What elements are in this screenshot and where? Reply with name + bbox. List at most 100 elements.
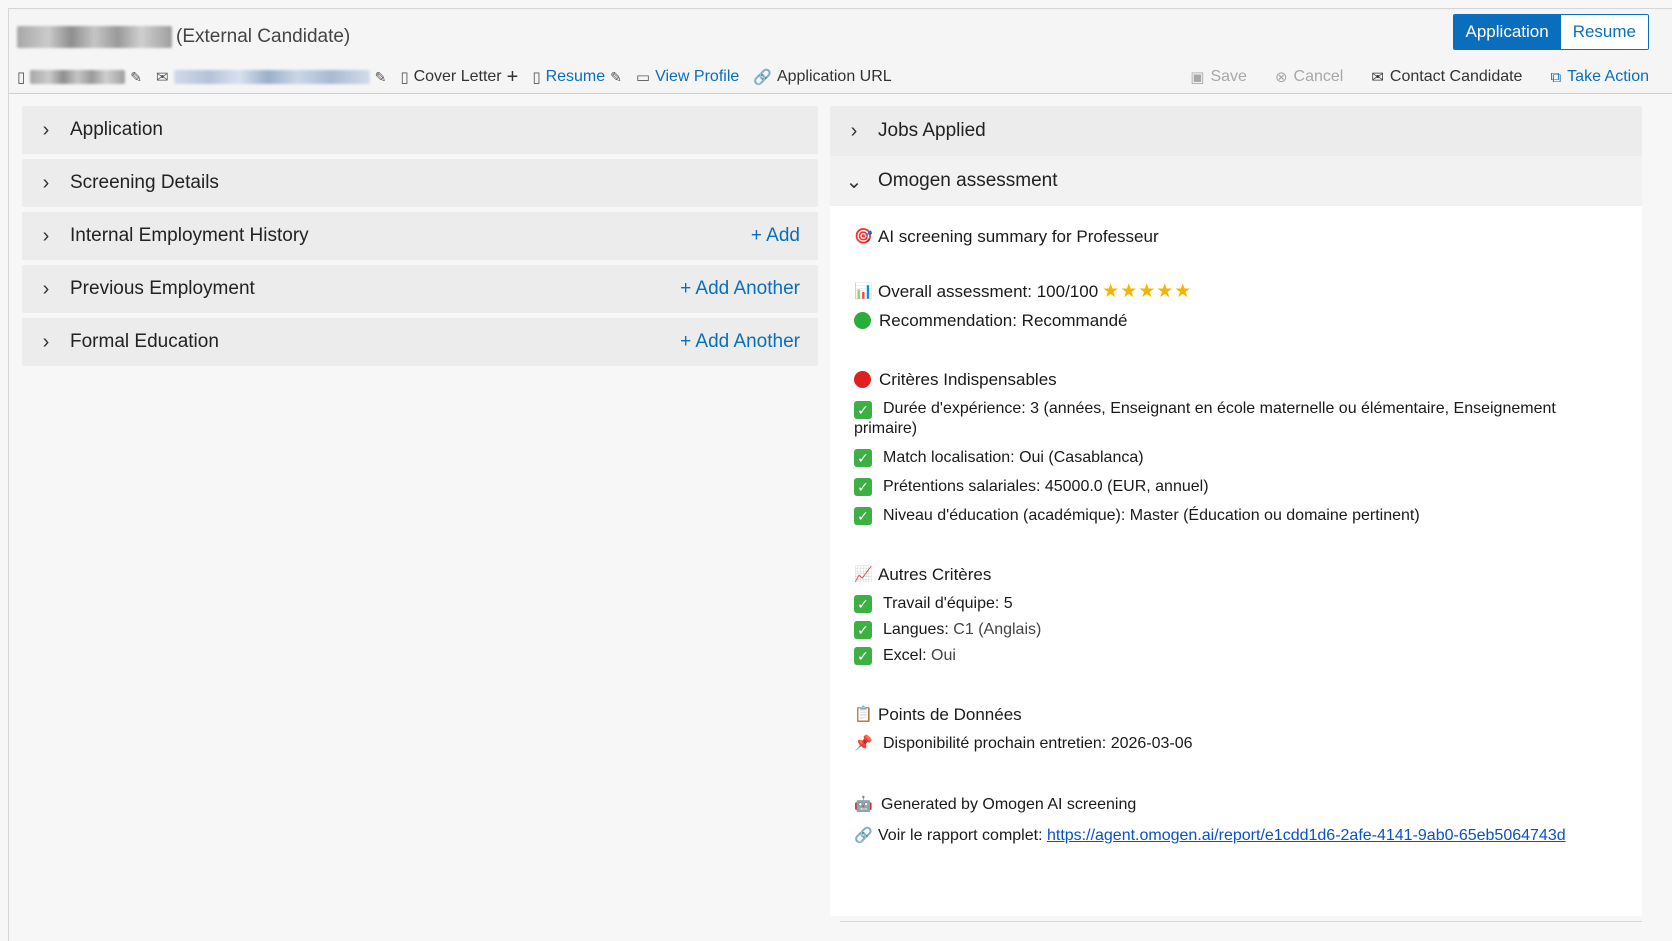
section-screening-details[interactable]: › Screening Details (22, 159, 818, 207)
section-label: Formal Education (70, 331, 219, 352)
red-circle-icon (854, 371, 871, 388)
take-action-label: Take Action (1567, 68, 1649, 85)
add-formal-education-button[interactable]: + Add Another (680, 331, 800, 353)
must-item: ✓ Match localisation: Oui (Casablanca) (854, 447, 1618, 468)
candidate-info-row: ▯ ✎ ✉ ✎ ▯ Cover Letter + ▯ Resume ✎ ▭ Vi… (17, 65, 906, 89)
cover-letter-item[interactable]: ▯ Cover Letter + (400, 67, 519, 87)
other-item: ✓ Travail d'équipe: 5 (854, 593, 1618, 614)
section-label: Internal Employment History (70, 225, 309, 246)
mail-icon: ✉ (156, 69, 169, 86)
availability-text: Disponibilité prochain entretien: 2026-0… (883, 735, 1193, 752)
header-actions: ▣ Save ⊗ Cancel ✉ Contact Candidate ⧉ Ta… (1162, 65, 1649, 89)
chevron-right-icon: › (850, 119, 858, 142)
external-link-icon: ⧉ (1550, 68, 1562, 86)
overall-text: Overall assessment: 100/100 (878, 282, 1099, 301)
other-value: 5 (1003, 595, 1013, 612)
right-sections: › Jobs Applied ⌄ Omogen assessment 🎯 AI … (830, 106, 1642, 922)
section-previous-employment[interactable]: › Previous Employment + Add Another (22, 265, 818, 313)
document-icon: ▯ (532, 69, 541, 86)
chevron-right-icon: › (42, 277, 50, 300)
phone-item[interactable]: ▯ ✎ (17, 68, 142, 87)
must-text: Niveau d'éducation (académique): Master … (883, 507, 1420, 524)
section-internal-employment-history[interactable]: › Internal Employment History + Add (22, 212, 818, 260)
profile-card-icon: ▭ (635, 69, 651, 86)
candidate-type: (External Candidate) (176, 26, 351, 47)
cancel-button[interactable]: ⊗ Cancel (1275, 68, 1343, 86)
section-formal-education[interactable]: › Formal Education + Add Another (22, 318, 818, 366)
chevron-right-icon: › (42, 171, 50, 194)
add-previous-employment-button[interactable]: + Add Another (680, 278, 800, 300)
section-jobs-applied[interactable]: › Jobs Applied (830, 106, 1642, 156)
section-label: Jobs Applied (878, 120, 986, 141)
check-box-icon: ✓ (854, 621, 872, 639)
contact-candidate-button[interactable]: ✉ Contact Candidate (1371, 68, 1522, 86)
pencil-icon[interactable]: ✎ (610, 69, 622, 86)
section-label: Previous Employment (70, 278, 255, 299)
must-title-line: Critères Indispensables (854, 369, 1618, 390)
section-application[interactable]: › Application (22, 106, 818, 154)
envelope-icon: ✉ (1371, 69, 1384, 86)
must-item: ✓ Niveau d'éducation (académique): Maste… (854, 505, 1618, 526)
robot-icon: 🤖 (854, 796, 873, 813)
must-title: Critères Indispensables (879, 370, 1057, 389)
chevron-down-icon: ⌄ (845, 170, 863, 193)
save-icon: ▣ (1190, 69, 1205, 86)
section-label: Screening Details (70, 172, 219, 193)
application-url-label[interactable]: Application URL (777, 68, 892, 86)
other-key: Langues: (883, 621, 949, 638)
report-line: 🔗 Voir le rapport complet: https://agent… (854, 825, 1618, 846)
view-profile-link[interactable]: View Profile (655, 68, 739, 86)
candidate-header: (External Candidate) ▯ ✎ ✉ ✎ ▯ Cover Let… (9, 9, 1672, 94)
save-label: Save (1210, 68, 1247, 85)
must-item: ✓ Durée d'expérience: 3 (années, Enseign… (854, 399, 1618, 419)
add-internal-employment-button[interactable]: + Add (751, 225, 800, 247)
view-profile-item[interactable]: ▭ View Profile (636, 68, 739, 86)
pencil-icon[interactable]: ✎ (130, 69, 142, 86)
report-label: Voir le rapport complet: (878, 827, 1043, 844)
tab-resume[interactable]: Resume (1560, 15, 1648, 49)
must-item: ✓ Prétentions salariales: 45000.0 (EUR, … (854, 476, 1618, 497)
other-item: ✓ Langues: C1 (Anglais) (854, 619, 1618, 640)
other-value: Oui (931, 647, 956, 664)
star-rating: ★★★★★ (1102, 281, 1193, 302)
bar-chart-icon: 📊 (854, 283, 873, 300)
summary-line: 🎯 AI screening summary for Professeur (854, 226, 1618, 247)
chevron-right-icon: › (42, 224, 50, 247)
pencil-icon[interactable]: ✎ (375, 69, 387, 86)
link-icon: 🔗 (753, 69, 772, 86)
other-item: ✓ Excel: Oui (854, 645, 1618, 666)
section-label: Application (70, 119, 163, 140)
application-url-item[interactable]: 🔗 Application URL (753, 68, 891, 86)
report-link[interactable]: https://agent.omogen.ai/report/e1cdd1d6-… (1047, 825, 1566, 846)
green-circle-icon (854, 312, 871, 329)
check-box-icon: ✓ (854, 478, 872, 496)
section-label: Omogen assessment (878, 170, 1058, 191)
email-redacted (173, 70, 370, 84)
save-button[interactable]: ▣ Save (1190, 68, 1247, 86)
other-key: Travail d'équipe: (883, 595, 1000, 612)
other-title-line: 📈 Autres Critères (854, 564, 1618, 585)
check-box-icon: ✓ (854, 595, 872, 613)
assessment-card: 🎯 AI screening summary for Professeur 📊 … (830, 206, 1642, 922)
link-icon: 🔗 (854, 827, 873, 844)
check-box-icon: ✓ (854, 647, 872, 665)
left-sections: › Application › Screening Details › Inte… (22, 106, 818, 371)
plus-icon[interactable]: + (507, 67, 519, 87)
check-box-icon: ✓ (854, 401, 872, 419)
resume-item[interactable]: ▯ Resume ✎ (532, 68, 622, 86)
must-text: Prétentions salariales: 45000.0 (EUR, an… (883, 478, 1209, 495)
other-key: Excel: (883, 647, 927, 664)
check-box-icon: ✓ (854, 449, 872, 467)
pushpin-icon: 📌 (854, 735, 873, 752)
resume-link[interactable]: Resume (546, 68, 606, 86)
other-title: Autres Critères (878, 565, 992, 584)
take-action-button[interactable]: ⧉ Take Action (1550, 68, 1649, 86)
tab-application[interactable]: Application (1453, 15, 1561, 49)
overall-line: 📊 Overall assessment: 100/100 ★★★★★ (854, 281, 1618, 302)
section-omogen-assessment[interactable]: ⌄ Omogen assessment (830, 156, 1642, 206)
cancel-icon: ⊗ (1274, 69, 1288, 86)
must-text: Durée d'expérience: 3 (années, Enseignan… (883, 400, 1556, 417)
check-box-icon: ✓ (854, 507, 872, 525)
email-item[interactable]: ✉ ✎ (156, 68, 387, 87)
chevron-right-icon: › (42, 330, 50, 353)
